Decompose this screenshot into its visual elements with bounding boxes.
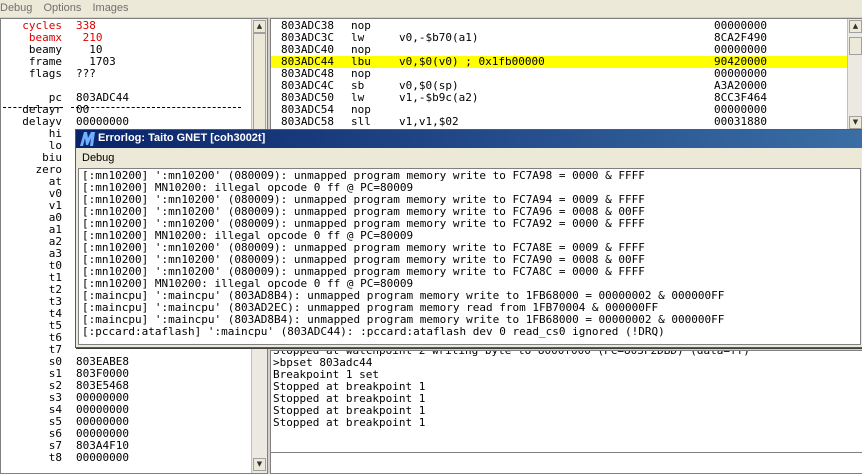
errorlog-title: Errorlog: Taito GNET [coh3002t] — [98, 132, 266, 144]
scroll-down-icon[interactable]: ▼ — [849, 116, 862, 129]
scroll-up-icon[interactable]: ▲ — [253, 20, 266, 33]
disassembly-row[interactable]: 803ADC58 sll v1,v1,$02 00031880 — [271, 116, 847, 128]
register-row: delayv 00000000 — [1, 116, 251, 128]
errorlog-menubar: Debug — [76, 149, 862, 167]
console-output[interactable]: Stopped at watchpoint 2 writing byte to … — [270, 350, 862, 453]
errorlog-titlebar[interactable]: Errorlog: Taito GNET [coh3002t] — [76, 130, 862, 148]
console-line: Stopped at breakpoint 1 — [273, 416, 426, 429]
menu-options[interactable]: Options — [39, 0, 85, 14]
register-name: t8 — [48, 451, 62, 464]
scroll-up-icon[interactable]: ▲ — [849, 20, 862, 33]
instruction-operands: v0,$0(v0) ; 0x1fb00000 — [399, 55, 545, 68]
instruction-operands: v1,-$b9c(a2) — [399, 91, 479, 104]
instruction-address: 803ADC58 — [281, 115, 334, 128]
instruction-hex: 00031880 — [714, 115, 767, 128]
main-menubar: Debug Options Images — [0, 0, 862, 17]
register-value: 00000000 — [76, 451, 129, 464]
menu-debug[interactable]: Debug — [0, 0, 36, 14]
scroll-thumb[interactable] — [849, 37, 862, 55]
instruction-opcode: sll — [351, 115, 371, 128]
errorlog-content[interactable]: [:mn10200] ':mn10200' (080009): unmapped… — [78, 168, 861, 345]
menu-images[interactable]: Images — [88, 0, 132, 14]
command-input[interactable] — [270, 452, 862, 474]
instruction-operands: v1,v1,$02 — [399, 115, 459, 128]
register-value: ??? — [76, 67, 96, 80]
scroll-down-icon[interactable]: ▼ — [253, 458, 266, 471]
register-name: flags — [28, 67, 62, 80]
errorlog-line: [:pccard:ataflash] ':maincpu' (803ADC44)… — [82, 325, 665, 338]
register-value: 00000000 — [76, 115, 129, 128]
disassembly-scrollbar[interactable]: ▲ ▼ — [847, 19, 862, 131]
register-row: t8 00000000 — [1, 452, 251, 464]
register-row: flags??? — [1, 68, 251, 80]
errorlog-menu-debug[interactable]: Debug — [82, 152, 114, 164]
register-separator — [3, 107, 63, 108]
disassembly-panel[interactable]: 803ADC38 nop 00000000 803ADC3C lw v0,-$b70(a1… — [270, 18, 862, 132]
register-separator — [71, 107, 241, 108]
mame-logo-icon — [80, 132, 95, 146]
instruction-operands: v0,-$b70(a1) — [399, 31, 479, 44]
errorlog-window[interactable]: Errorlog: Taito GNET [coh3002t] Debug [:… — [75, 129, 862, 348]
